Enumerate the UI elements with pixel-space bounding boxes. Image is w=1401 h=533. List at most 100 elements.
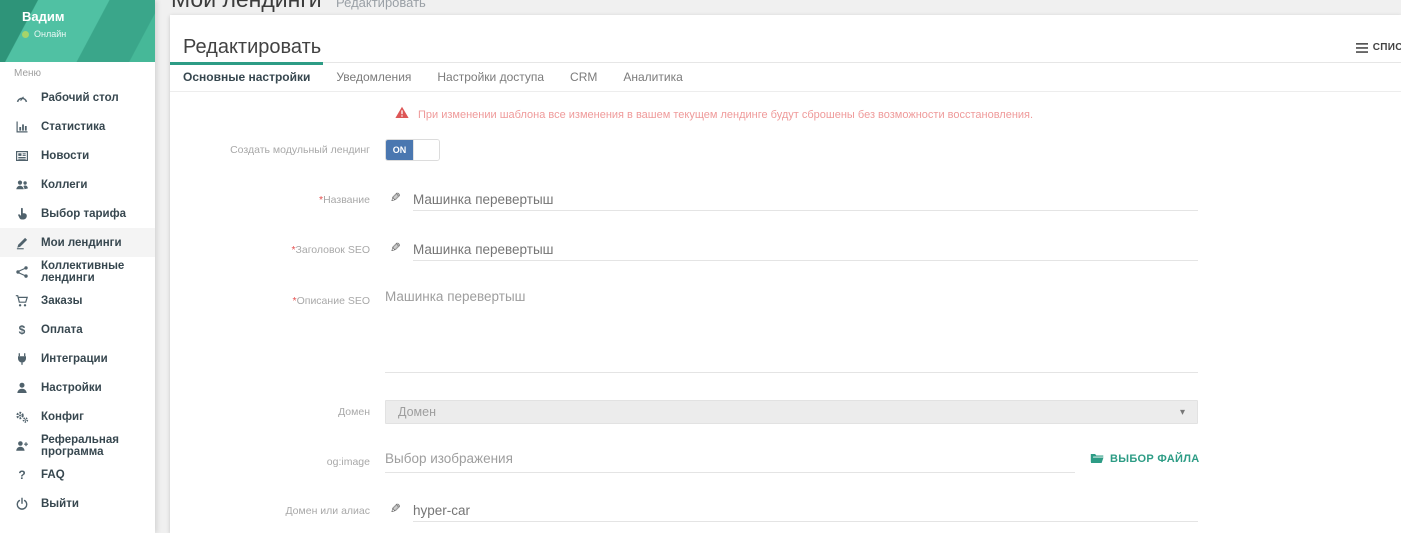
users-icon: [14, 177, 30, 192]
sidebar-item-payment[interactable]: $ Оплата: [0, 315, 155, 344]
pencil-icon: ✎: [390, 190, 401, 206]
tabbar: Основные настройкиУведомленияНастройки д…: [170, 62, 1401, 92]
sidebar-item-label: Коллеги: [41, 179, 87, 191]
menu-section-label: Меню: [14, 68, 41, 79]
page-title: Мои лендинги: [171, 0, 322, 12]
dashboard-icon: [14, 90, 30, 105]
chevron-down-icon: ▾: [1180, 407, 1185, 418]
seo-description-field-label: *Описание SEO: [170, 295, 370, 308]
list-button[interactable]: СПИСОК: [1356, 42, 1401, 53]
question-icon: ?: [14, 467, 30, 482]
card-title: Редактировать: [183, 36, 321, 59]
og-image-field-label: og:image: [170, 456, 370, 469]
sidebar-item-label: Новости: [41, 150, 89, 162]
alias-input[interactable]: [413, 500, 1198, 522]
domain-field-label: Домен: [170, 406, 370, 419]
sidebar-item-label: Рабочий стол: [41, 92, 119, 104]
sidebar-item-label: Статистика: [41, 121, 105, 133]
user-status: Онлайн: [22, 29, 66, 39]
sidebar-item-label: FAQ: [41, 469, 65, 481]
list-button-label: СПИСОК: [1373, 42, 1401, 53]
seo-description-wrap: Машинка перевертыш: [385, 289, 1198, 378]
sidebar-item-settings[interactable]: Настройки: [0, 373, 155, 402]
toggle-handle: [413, 140, 439, 160]
toggle-on-label: ON: [386, 140, 413, 160]
tab-access-settings[interactable]: Настройки доступа: [424, 63, 557, 91]
share-icon: [14, 264, 30, 279]
warning-banner: При изменении шаблона все изменения в ва…: [395, 106, 1033, 124]
breadcrumb: Редактировать: [336, 0, 426, 10]
sidebar-item-colleagues[interactable]: Коллеги: [0, 170, 155, 199]
choose-file-button[interactable]: ВЫБОР ФАЙЛА: [1090, 453, 1200, 465]
warning-text: При изменении шаблона все изменения в ва…: [418, 109, 1033, 121]
plug-icon: [14, 351, 30, 366]
og-image-value: Выбор изображения: [385, 451, 1075, 473]
seo-title-field-label: *Заголовок SEO: [170, 244, 370, 257]
folder-icon: [1090, 453, 1104, 465]
sidebar-item-label: Конфиг: [41, 411, 84, 423]
pen-launch-icon: [14, 235, 30, 250]
alias-field-wrap: ✎: [385, 500, 1198, 523]
dollar-icon: $: [14, 322, 30, 337]
page-heading: Мои лендинги Редактировать: [171, 0, 426, 13]
sidebar: Вадим Онлайн Меню Рабочий стол Статистика…: [0, 0, 155, 533]
user-status-label: Онлайн: [34, 29, 66, 39]
sidebar-item-stats[interactable]: Статистика: [0, 112, 155, 141]
user-icon: [14, 380, 30, 395]
sidebar-item-tariff[interactable]: Выбор тарифа: [0, 199, 155, 228]
domain-select[interactable]: Домен ▾: [385, 400, 1198, 424]
edit-card: Редактировать СПИСОК Основные настройкиУ…: [170, 15, 1401, 533]
power-icon: [14, 496, 30, 511]
title-field-label: *Название: [170, 194, 370, 207]
sidebar-item-label: Заказы: [41, 295, 82, 307]
modular-toggle-label: Создать модульный лендинг: [170, 144, 370, 157]
gears-icon: [14, 409, 30, 424]
online-status-icon: [22, 31, 29, 38]
app-screen: Вадим Онлайн Меню Рабочий стол Статистика…: [0, 0, 1401, 533]
pencil-icon: ✎: [390, 501, 401, 517]
news-icon: [14, 148, 30, 163]
user-name: Вадим: [22, 9, 64, 24]
seo-title-input[interactable]: [413, 239, 1198, 261]
tab-notifications[interactable]: Уведомления: [323, 63, 424, 91]
sidebar-item-my-landings[interactable]: Мои лендинги: [0, 228, 155, 257]
main-area: Мои лендинги Редактировать Редактировать…: [155, 0, 1401, 533]
list-icon: [1356, 43, 1368, 53]
hand-pointer-icon: [14, 206, 30, 221]
modular-landing-toggle[interactable]: ON: [385, 139, 440, 161]
sidebar-item-label: Оплата: [41, 324, 83, 336]
sidebar-item-label: Настройки: [41, 382, 102, 394]
sidebar-item-label: Коллективные лендинги: [41, 260, 155, 284]
sidebar-item-label: Выбор тарифа: [41, 208, 126, 220]
tab-main-settings[interactable]: Основные настройки: [170, 63, 323, 91]
alias-field-label: Домен или алиас: [170, 505, 370, 518]
sidebar-item-dashboard[interactable]: Рабочий стол: [0, 83, 155, 112]
warning-icon: [395, 106, 409, 124]
pencil-icon: ✎: [390, 240, 401, 256]
sidebar-item-collective-landings[interactable]: Коллективные лендинги: [0, 257, 155, 286]
tab-crm[interactable]: CRM: [557, 63, 610, 91]
form-content: При изменении шаблона все изменения в ва…: [170, 93, 1401, 533]
stats-icon: [14, 119, 30, 134]
title-input[interactable]: [413, 189, 1198, 211]
cart-icon: [14, 293, 30, 308]
sidebar-item-label: Выйти: [41, 498, 79, 510]
tab-analytics[interactable]: Аналитика: [610, 63, 695, 91]
domain-select-value: Домен: [398, 405, 436, 419]
sidebar-menu: Рабочий стол Статистика Новости Коллеги Выбо…: [0, 83, 155, 518]
title-field-wrap: ✎: [385, 189, 1198, 212]
sidebar-item-label: Мои лендинги: [41, 237, 122, 249]
sidebar-user-panel: Вадим Онлайн: [0, 0, 155, 62]
seo-description-textarea[interactable]: Машинка перевертыш: [385, 289, 1198, 373]
sidebar-item-integrations[interactable]: Интеграции: [0, 344, 155, 373]
sidebar-item-referral[interactable]: Реферальная программа: [0, 431, 155, 460]
sidebar-item-faq[interactable]: ? FAQ: [0, 460, 155, 489]
sidebar-item-config[interactable]: Конфиг: [0, 402, 155, 431]
sidebar-item-label: Реферальная программа: [41, 434, 155, 458]
sidebar-item-label: Интеграции: [41, 353, 108, 365]
user-plus-icon: [14, 438, 30, 453]
sidebar-item-orders[interactable]: Заказы: [0, 286, 155, 315]
sidebar-item-news[interactable]: Новости: [0, 141, 155, 170]
sidebar-item-logout[interactable]: Выйти: [0, 489, 155, 518]
choose-file-label: ВЫБОР ФАЙЛА: [1110, 453, 1200, 465]
